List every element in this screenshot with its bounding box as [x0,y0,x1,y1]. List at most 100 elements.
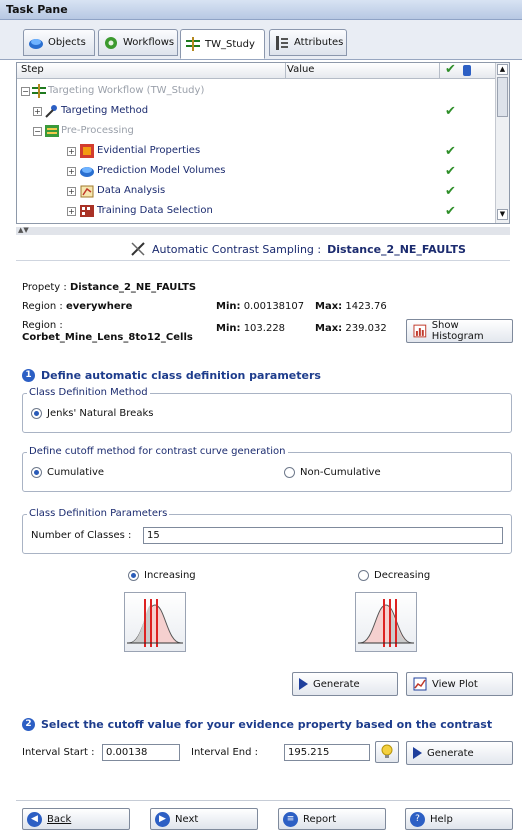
splitter-grip-icon[interactable]: ▲▼ [18,226,29,234]
column-step: Step [21,64,44,75]
tree-row[interactable]: + Evidential Properties ✔ [17,141,497,161]
region-max: Max: 239.032 [315,323,387,334]
expand-toggle[interactable]: + [67,167,76,176]
tab-label: Objects [48,37,86,48]
jenks-natural-breaks-radio[interactable]: Jenks' Natural Breaks [31,408,153,419]
workflow-step-tree[interactable]: Step Value ✔ − Targeting Workflow (TW_St… [16,62,510,224]
status-column-icon [463,65,471,76]
non-cumulative-radio[interactable]: Non-Cumulative [284,467,381,478]
collapse-toggle[interactable]: − [21,87,30,96]
interval-start-label: Interval Start : [22,747,95,758]
tree-scrollbar[interactable]: ▲ ▼ [495,63,509,223]
tree-row[interactable]: − Pre-Processing [17,121,497,141]
back-button[interactable]: ◀ Back [22,808,130,830]
group-legend: Class Definition Method [27,387,150,398]
tree-row[interactable]: + Training Data Selection ✔ [17,201,497,221]
targeting-method-icon [45,105,57,118]
class-parameters-group: Class Definition Parameters Number of Cl… [22,508,512,554]
region-max: Max: 1423.76 [315,301,387,312]
tree-label: Targeting Workflow (TW_Study) [48,85,205,96]
tree-row[interactable]: − Targeting Workflow (TW_Study) [17,81,497,101]
tab-label: Attributes [294,37,344,48]
attributes-icon [276,35,288,50]
contrast-sampling-icon [131,242,145,256]
panel-title-prefix: Automatic Contrast Sampling : [152,242,322,256]
tree-row[interactable]: + Data Analysis ✔ [17,181,497,201]
play-icon [413,747,422,759]
scroll-down-arrow-icon[interactable]: ▼ [497,209,508,220]
preprocessing-icon [45,125,59,137]
column-value: Value [287,64,315,75]
num-classes-input[interactable]: 15 [143,527,503,544]
property-label: Propety : [22,282,70,293]
class-definition-method-group: Class Definition Method Jenks' Natural B… [22,387,512,433]
tree-header: Step Value ✔ [17,62,509,79]
tree-label: Evidential Properties [97,145,201,156]
region-line: Region : everywhere [22,301,132,312]
decreasing-curve-image[interactable] [355,592,417,652]
expand-toggle[interactable]: + [67,187,76,196]
increasing-curve-image[interactable] [124,592,186,652]
interval-end-input[interactable]: 195.215 [284,744,370,761]
tab-attributes[interactable]: Attributes [269,29,347,56]
section-title: Define automatic class definition parame… [41,369,321,382]
generate-classes-button[interactable]: Generate [292,672,398,696]
next-button[interactable]: ▶ Next [150,808,258,830]
show-histogram-button[interactable]: Show Histogram [406,319,513,343]
increasing-radio[interactable]: Increasing [128,570,196,581]
tab-tw-study[interactable]: TW_Study [180,29,265,59]
section-1-header: 1 Define automatic class definition para… [22,369,321,382]
section-title: Select the cutoff value for your evidenc… [41,718,493,731]
play-icon [299,678,308,690]
cumulative-radio[interactable]: Cumulative [31,467,104,478]
expand-toggle[interactable]: + [33,107,42,116]
region-value: Corbet_Mine_Lens_8to12_Cells [22,332,193,343]
cutoff-method-group: Define cutoff method for contrast curve … [22,446,512,492]
panel-title: Automatic Contrast Sampling : Distance_2… [130,239,466,259]
panel-title-value: Distance_2_NE_FAULTS [327,242,466,256]
status-check-icon: ✔ [445,62,456,77]
suggest-cutoff-button[interactable] [375,741,399,763]
generate-cutoff-button[interactable]: Generate [406,741,513,765]
region-label: Region : [22,320,63,331]
report-icon: ≡ [283,811,298,827]
scroll-thumb[interactable] [497,77,508,117]
model-volumes-icon [80,167,94,177]
study-icon [186,37,200,51]
interval-end-label: Interval End : [191,747,259,758]
tree-label: Targeting Method [61,105,149,116]
report-button[interactable]: ≡ Report [278,808,386,830]
tree-label: Training Data Selection [97,205,213,216]
tree-row[interactable]: + Targeting Method ✔ [17,101,497,121]
help-icon: ? [410,811,425,827]
plot-icon [413,677,427,691]
num-classes-label: Number of Classes : [31,530,132,541]
complete-check-icon: ✔ [445,164,456,179]
region-min: Min: 103.228 [216,323,286,334]
tab-objects[interactable]: Objects [23,29,95,56]
expand-toggle[interactable]: + [67,147,76,156]
expand-toggle[interactable]: + [67,207,76,216]
tab-label: Workflows [123,37,175,48]
column-divider [439,63,440,79]
scroll-up-arrow-icon[interactable]: ▲ [497,64,508,75]
next-arrow-icon: ▶ [155,811,170,827]
bell-curve-decreasing-icon [358,599,414,647]
divider [16,800,510,801]
complete-check-icon: ✔ [445,204,456,219]
tree-row[interactable]: + Prediction Model Volumes ✔ [17,161,497,181]
step-number-badge: 2 [22,718,35,731]
tab-label: TW_Study [205,38,255,50]
task-pane-title-bar: Task Pane [0,0,522,20]
collapse-toggle[interactable]: − [33,127,42,136]
histogram-icon [413,324,427,338]
radio-selected-icon [128,570,139,581]
lightbulb-icon [381,744,393,758]
interval-start-input[interactable]: 0.00138 [102,744,180,761]
view-plot-button[interactable]: View Plot [406,672,513,696]
tab-workflows[interactable]: Workflows [98,29,178,56]
decreasing-radio[interactable]: Decreasing [358,570,430,581]
help-button[interactable]: ? Help [405,808,513,830]
training-data-icon [80,205,94,217]
pane-splitter[interactable]: ▲▼ [16,226,510,235]
